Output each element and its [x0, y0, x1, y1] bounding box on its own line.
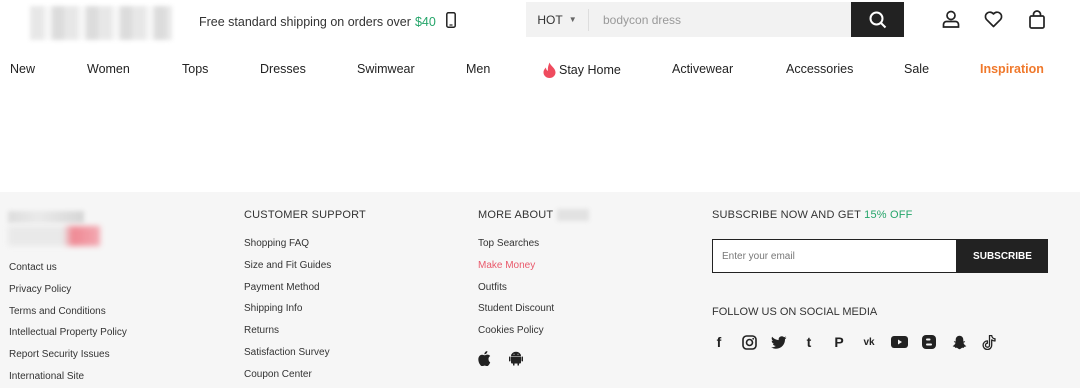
more-about-column: MORE ABOUT Top Searches Make Money Outfi… — [478, 209, 590, 347]
search-icon — [869, 11, 886, 28]
nav-item-label: New — [10, 62, 36, 76]
app-download-icons — [478, 351, 523, 366]
nav-item-accessories[interactable]: Accessories — [786, 62, 853, 76]
blogger-icon[interactable] — [920, 333, 938, 351]
customer-support-column: CUSTOMER SUPPORT Shopping FAQ Size and F… — [244, 209, 366, 388]
nav-item-label: Activewear — [672, 62, 734, 76]
subscribe-discount: 15% OFF — [864, 209, 913, 221]
footer-link[interactable]: Report Security Issues — [9, 349, 127, 371]
cart-button[interactable] — [1026, 8, 1048, 30]
nav-item-new[interactable]: New — [10, 62, 35, 76]
shipping-banner: Free standard shipping on orders over $4… — [199, 12, 456, 31]
chevron-down-icon: ▼ — [568, 15, 577, 24]
heart-icon — [984, 10, 1002, 27]
subscribe-button[interactable]: SUBSCRIBE — [957, 239, 1048, 273]
android-icon[interactable] — [509, 351, 523, 366]
site-logo[interactable] — [30, 6, 172, 40]
company-links: Contact us Privacy Policy Terms and Cond… — [9, 262, 127, 388]
footer-brand-logo — [8, 226, 100, 246]
more-about-title: MORE ABOUT — [478, 209, 590, 223]
nav-item-swimwear[interactable]: Swimwear — [357, 62, 415, 76]
flame-icon — [543, 62, 556, 78]
more-about-brand — [557, 209, 590, 222]
shipping-amount: $40 — [414, 14, 436, 29]
nav-item-label: Dresses — [260, 62, 306, 76]
footer-link[interactable]: Intellectual Property Policy — [9, 327, 127, 349]
nav-item-women[interactable]: Women — [87, 62, 130, 76]
nav-item-activewear[interactable]: Activewear — [672, 62, 733, 76]
search-button[interactable] — [851, 2, 904, 37]
nav-item-label: Stay Home — [559, 63, 621, 77]
main-nav: New Women Tops Dresses Swimwear Men Stay… — [0, 62, 1080, 80]
shipping-text: Free standard shipping on orders over — [199, 14, 411, 29]
subscribe-title: SUBSCRIBE NOW AND GET 15% OFF — [712, 209, 913, 223]
footer-link[interactable]: Student Discount — [478, 303, 589, 325]
footer-link-make-money[interactable]: Make Money — [478, 260, 589, 282]
tiktok-icon[interactable] — [980, 333, 998, 351]
snapchat-icon[interactable] — [950, 333, 968, 351]
account-button[interactable] — [940, 8, 962, 30]
search-bar: HOT ▼ — [526, 2, 904, 37]
nav-item-stay-home[interactable]: Stay Home — [542, 62, 621, 78]
instagram-icon[interactable] — [740, 333, 758, 351]
footer-link[interactable]: Outfits — [478, 282, 589, 304]
shopping-bag-icon — [1029, 9, 1045, 29]
facebook-icon[interactable]: f — [710, 333, 728, 351]
footer-link[interactable]: Contact us — [9, 262, 127, 284]
footer-link[interactable]: Shipping Info — [244, 303, 366, 325]
mobile-phone-icon[interactable] — [445, 12, 456, 31]
footer: Contact us Privacy Policy Terms and Cond… — [0, 192, 1080, 388]
nav-item-label: Sale — [904, 62, 930, 76]
tumblr-icon[interactable]: t — [800, 333, 818, 351]
nav-item-label: Accessories — [786, 62, 854, 76]
nav-item-dresses[interactable]: Dresses — [260, 62, 306, 76]
nav-item-label: Tops — [182, 62, 209, 76]
apple-icon[interactable] — [478, 351, 491, 366]
footer-link[interactable]: Size and Fit Guides — [244, 260, 366, 282]
youtube-icon[interactable] — [890, 333, 908, 351]
search-category-label: HOT — [537, 12, 563, 27]
customer-support-title: CUSTOMER SUPPORT — [244, 209, 366, 221]
subscribe-form: SUBSCRIBE — [712, 239, 1048, 273]
social-links: f t P vk — [710, 333, 998, 351]
more-about-title-text: MORE ABOUT — [478, 209, 554, 221]
search-input[interactable] — [589, 2, 851, 37]
nav-item-sale[interactable]: Sale — [904, 62, 929, 76]
footer-link[interactable]: Satisfaction Survey — [244, 347, 366, 369]
follow-us-title: FOLLOW US ON SOCIAL MEDIA — [712, 306, 878, 318]
nav-item-label: Inspiration — [980, 62, 1044, 76]
footer-link[interactable]: Cookies Policy — [478, 325, 589, 347]
nav-item-men[interactable]: Men — [466, 62, 490, 76]
nav-item-label: Women — [87, 62, 130, 76]
search-category-select[interactable]: HOT ▼ — [526, 13, 588, 27]
footer-link[interactable]: Returns — [244, 325, 366, 347]
footer-brand-name — [8, 211, 84, 223]
customer-support-links: Shopping FAQ Size and Fit Guides Payment… — [244, 238, 366, 388]
footer-link[interactable]: Coupon Center — [244, 369, 366, 388]
footer-link[interactable]: Top Searches — [478, 238, 589, 260]
more-about-links: Top Searches Make Money Outfits Student … — [478, 238, 589, 347]
twitter-icon[interactable] — [770, 333, 788, 351]
subscribe-title-prefix: SUBSCRIBE NOW AND GET — [712, 209, 865, 221]
pinterest-icon[interactable]: P — [830, 333, 848, 351]
user-icon — [942, 10, 960, 28]
nav-item-label: Swimwear — [357, 62, 415, 76]
footer-link[interactable]: International Site — [9, 371, 127, 388]
wishlist-button[interactable] — [982, 8, 1004, 30]
footer-link[interactable]: Privacy Policy — [9, 284, 127, 306]
email-field[interactable] — [712, 239, 957, 273]
nav-item-label: Men — [466, 62, 491, 76]
vk-icon[interactable]: vk — [860, 333, 878, 351]
nav-item-tops[interactable]: Tops — [182, 62, 208, 76]
subscribe-column: SUBSCRIBE NOW AND GET 15% OFF — [712, 209, 913, 223]
footer-link[interactable]: Terms and Conditions — [9, 306, 127, 328]
nav-item-inspiration[interactable]: Inspiration — [980, 62, 1044, 76]
footer-link[interactable]: Payment Method — [244, 282, 366, 304]
footer-link[interactable]: Shopping FAQ — [244, 238, 366, 260]
